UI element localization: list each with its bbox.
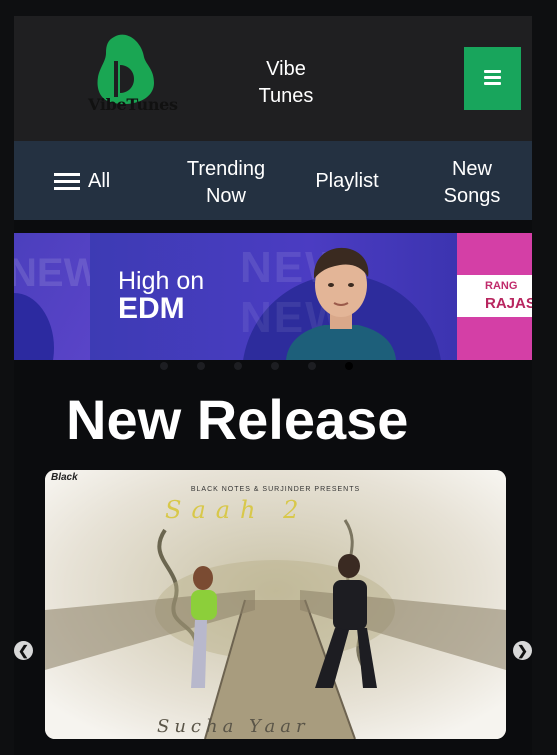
carousel-indicators — [160, 362, 382, 370]
album-title: Saah 2 — [165, 496, 309, 524]
carousel-dot[interactable] — [234, 362, 242, 370]
nav-item-new-line-2: Songs — [443, 185, 501, 207]
banner-carousel[interactable]: NEW NEW NEW High on EDM RANG RAJAS — [14, 233, 532, 360]
brand-line-2: Tunes — [258, 85, 314, 107]
banner-slide-current[interactable]: NEW NEW High on EDM — [90, 233, 457, 360]
chevron-right-icon: ❯ — [517, 643, 528, 658]
hamburger-icon — [484, 70, 501, 85]
brand-line-1: Vibe — [266, 58, 306, 80]
banner-headline-line-2: EDM — [118, 292, 185, 325]
artist-photo — [286, 247, 396, 360]
carousel-prev-button[interactable]: ❮ — [14, 641, 33, 660]
carousel-dot[interactable] — [197, 362, 205, 370]
app-frame: VibeTunes Vibe Tunes All Trending Now Pl… — [14, 16, 532, 755]
banner-headline: High on EDM — [118, 267, 205, 325]
album-artist: Sucha Yaar — [157, 716, 310, 737]
carousel-dot[interactable] — [308, 362, 316, 370]
carousel-next-button[interactable]: ❯ — [513, 641, 532, 660]
banner-headline-line-1: High on — [118, 267, 205, 295]
album-card[interactable]: Black BLACK NOTES & SURJINDER PRESENTS S… — [45, 470, 506, 739]
chevron-left-icon: ❮ — [18, 643, 29, 658]
nav-item-playlist[interactable]: Playlist — [307, 168, 387, 195]
nav-item-all-label: All — [88, 170, 111, 192]
carousel-dot[interactable] — [160, 362, 168, 370]
carousel-dot[interactable] — [271, 362, 279, 370]
banner-slide-next[interactable]: RANG RAJAS — [457, 233, 532, 360]
carousel-dot-active[interactable] — [345, 362, 353, 370]
nav-item-new-line-1: New — [451, 158, 492, 180]
banner-ghost-text: NEW — [14, 251, 102, 295]
banner-slide-prev[interactable]: NEW — [14, 233, 101, 360]
logo-text: VibeTunes — [88, 95, 178, 114]
nav-item-trending-line-1: Trending — [186, 158, 266, 180]
section-title: New Release — [66, 388, 409, 451]
nav-item-playlist-label: Playlist — [315, 170, 379, 192]
category-nav: All Trending Now Playlist New Songs — [14, 141, 532, 220]
nav-item-new-songs[interactable]: New Songs — [432, 156, 512, 210]
menu-toggle-button[interactable] — [464, 47, 521, 110]
record-label-logo: Black — [51, 472, 78, 483]
scroll-rail — [532, 16, 557, 755]
nav-item-trending-now[interactable]: Trending Now — [176, 156, 276, 210]
nav-item-trending-line-2: Now — [205, 185, 246, 207]
album-presents-line: BLACK NOTES & SURJINDER PRESENTS — [190, 486, 361, 493]
brand-name[interactable]: Vibe Tunes — [226, 56, 346, 110]
page: VibeTunes Vibe Tunes All Trending Now Pl… — [0, 0, 557, 755]
top-bar: VibeTunes Vibe Tunes — [14, 16, 532, 141]
hamburger-icon — [54, 172, 80, 191]
banner-next-line-1: RANG — [485, 280, 518, 292]
banner-next-line-2: RAJAS — [485, 295, 532, 312]
nav-item-all[interactable]: All — [54, 168, 110, 195]
